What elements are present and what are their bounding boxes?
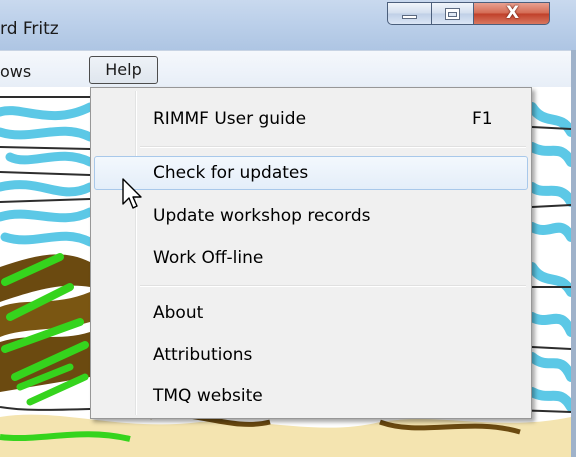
menu-help[interactable]: Help [89, 56, 158, 84]
menu-item-work-offline[interactable]: Work Off-line [94, 241, 528, 275]
menu-item-label: Update workshop records [153, 206, 371, 226]
menu-separator [140, 285, 526, 287]
menu-item-label: Check for updates [153, 163, 309, 183]
help-dropdown-menu: RIMMF User guide F1 Check for updates Up… [90, 87, 532, 419]
caption-buttons: X [387, 2, 550, 25]
menu-separator [140, 146, 526, 148]
window-right-border [571, 50, 576, 457]
menu-item-label: About [153, 303, 204, 323]
close-button[interactable]: X [473, 2, 550, 25]
menu-bar: ows Help [0, 50, 576, 88]
menu-item-attributions[interactable]: Attributions [94, 338, 528, 372]
close-icon: X [505, 3, 520, 23]
menu-item-label: Attributions [153, 345, 253, 365]
menu-item-user-guide[interactable]: RIMMF User guide F1 [94, 102, 528, 136]
minimize-button[interactable] [387, 2, 431, 25]
maximize-button[interactable] [431, 2, 473, 25]
menu-item-tmq-website[interactable]: TMQ website [94, 379, 528, 413]
maximize-icon [445, 8, 460, 20]
menu-item-label: TMQ website [153, 386, 263, 406]
window-title: rd Fritz [0, 19, 59, 39]
title-bar: rd Fritz X [0, 0, 576, 50]
minimize-icon [402, 15, 417, 19]
menu-windows[interactable]: ows [0, 62, 31, 81]
menu-item-update-workshop-records[interactable]: Update workshop records [94, 199, 528, 233]
menu-item-label: Work Off-line [153, 248, 264, 268]
arrow-cursor-icon [122, 178, 142, 209]
menu-item-check-updates[interactable]: Check for updates [94, 156, 528, 190]
menu-item-label: RIMMF User guide [153, 109, 307, 129]
menu-item-shortcut: F1 [472, 109, 493, 129]
menu-item-about[interactable]: About [94, 296, 528, 330]
